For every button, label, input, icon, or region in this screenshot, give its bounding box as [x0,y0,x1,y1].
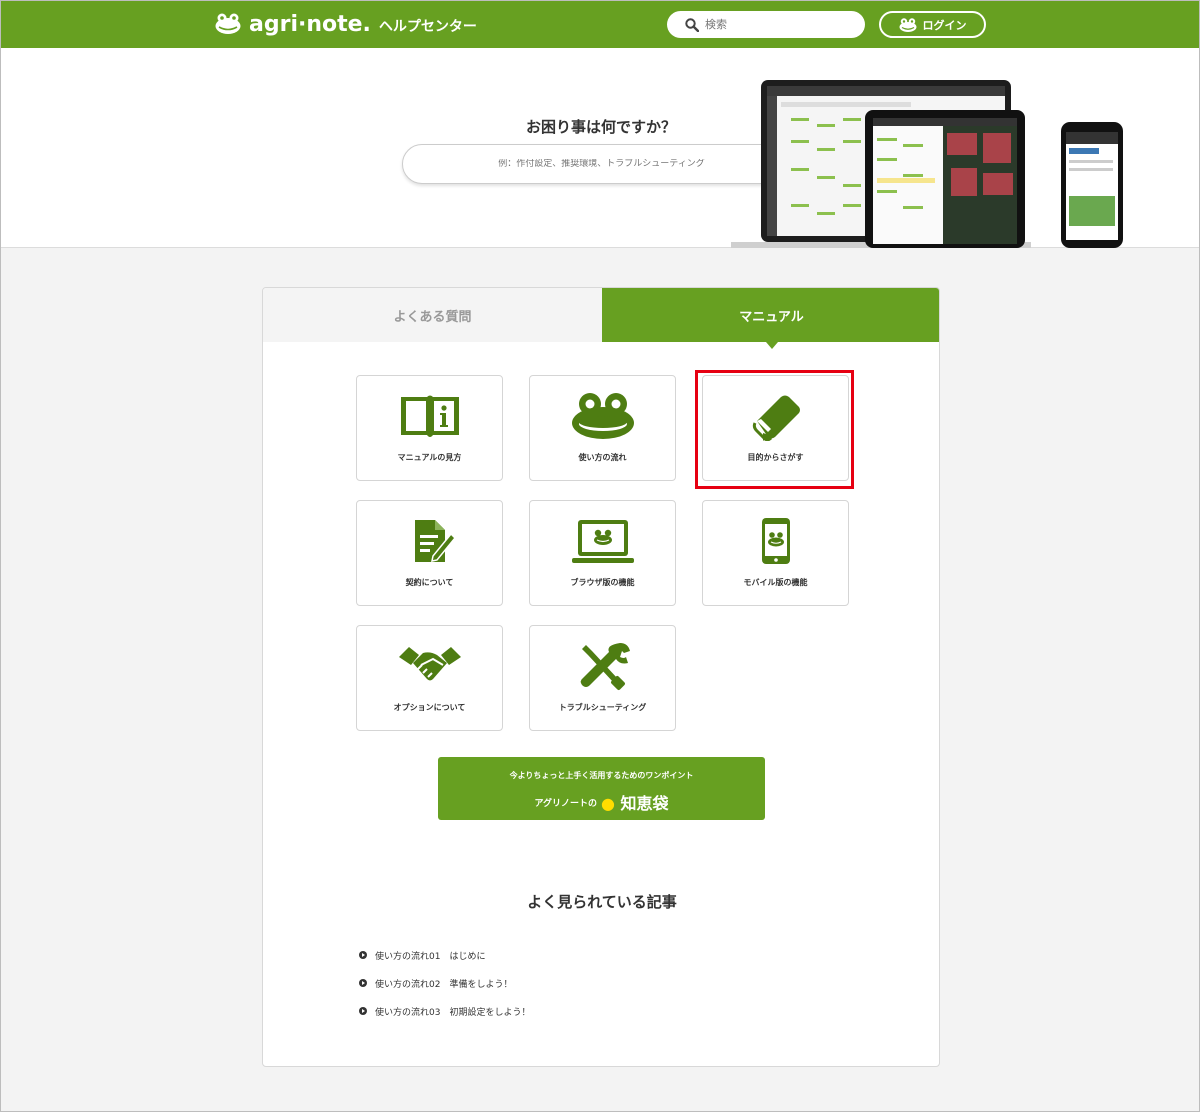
laptop-frog-icon [571,520,634,563]
card-label: モバイル版の機能 [743,578,808,587]
card-browser-features[interactable]: ブラウザ版の機能 [529,500,676,606]
handshake-icon [398,647,461,681]
logo-text: agri·note. [249,11,371,37]
frog-icon [899,17,916,32]
tools-icon [580,643,630,690]
article-link[interactable]: 使い方の流れ03 初期設定をしよう！ [375,1005,530,1018]
card-label: オプションについて [393,703,466,712]
chiebukuro-banner[interactable]: 今よりちょっと上手く活用するためのワンポイント アグリノートの ● 知恵袋 [438,757,765,820]
frog-logo-icon [215,13,241,34]
banner-title: ● 知恵袋 [601,790,669,814]
logo-subtitle: ヘルプセンター [378,18,477,35]
list-item[interactable]: 使い方の流れ02 準備をしよう！ [359,969,859,997]
card-mobile-features[interactable]: モバイル版の機能 [702,500,849,606]
chevron-right-icon [359,1007,367,1015]
header-search-box[interactable] [667,11,865,38]
card-label: ブラウザ版の機能 [570,578,635,587]
logo[interactable]: agri·note. ヘルプセンター [215,10,477,38]
contract-document-icon [414,520,456,562]
frog-icon [571,393,634,439]
chevron-right-icon [359,951,367,959]
tab-faq[interactable]: よくある質問 [263,288,602,342]
devices-illustration [731,80,1123,248]
card-label: 使い方の流れ [578,453,627,462]
card-label: 目的からさがす [747,453,804,462]
card-manual-guide[interactable]: マニュアルの見方 [356,375,503,481]
active-tab-indicator [765,342,778,349]
list-item[interactable]: 使い方の流れ03 初期設定をしよう！ [359,997,859,1025]
card-options[interactable]: オプションについて [356,625,503,731]
banner-tagline: 今よりちょっと上手く活用するためのワンポイント [509,771,694,780]
card-contract[interactable]: 契約について [356,500,503,606]
card-label: マニュアルの見方 [397,453,462,462]
card-label: 契約について [405,578,454,587]
tab-manual-label: マニュアル [739,309,804,325]
card-search-by-purpose[interactable]: 目的からさがす [702,375,849,481]
book-info-icon [400,395,459,437]
banner-prefix: アグリノートの [534,798,597,809]
popular-articles-title: よく見られている記事 [527,893,677,911]
hero-search-input[interactable] [431,159,772,169]
article-link[interactable]: 使い方の流れ02 準備をしよう！ [375,977,512,990]
help-panel: よくある質問 マニュアル マニュアルの見方 使い方の流れ 目的からさがす 契約に… [262,287,940,1067]
hero-section: お困り事は何ですか？ [1,48,1199,248]
lightbulb-icon: ● [601,794,615,813]
login-label: ログイン [922,18,967,32]
chevron-right-icon [359,979,367,987]
header-search-input[interactable] [705,18,855,31]
top-navigation-bar: agri·note. ヘルプセンター ログイン [1,1,1199,48]
closed-book-icon [752,395,800,441]
card-troubleshooting[interactable]: トラブルシューティング [529,625,676,731]
tab-bar: よくある質問 マニュアル [263,288,939,349]
login-button[interactable]: ログイン [879,11,986,38]
tab-manual[interactable]: マニュアル [602,288,939,349]
list-item[interactable]: 使い方の流れ01 はじめに [359,941,859,969]
article-link[interactable]: 使い方の流れ01 はじめに [375,949,485,962]
card-usage-flow[interactable]: 使い方の流れ [529,375,676,481]
card-label: トラブルシューティング [558,703,647,712]
popular-articles-list: 使い方の流れ01 はじめに 使い方の流れ02 準備をしよう！ 使い方の流れ03 … [359,941,859,1025]
banner-title-text: 知恵袋 [620,794,669,813]
search-icon [685,17,699,32]
smartphone-frog-icon [761,518,790,564]
